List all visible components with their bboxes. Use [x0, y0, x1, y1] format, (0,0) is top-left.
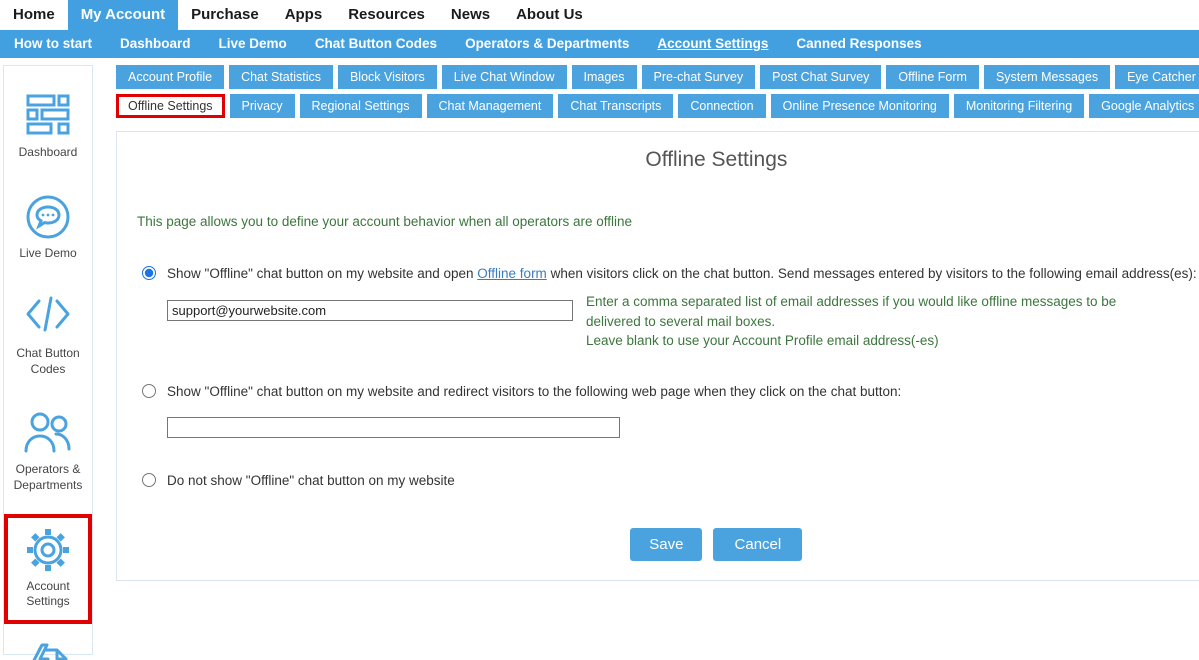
cancel-button[interactable]: Cancel: [713, 528, 802, 561]
sidebar-item-live-demo[interactable]: Live Demo: [4, 181, 92, 276]
tab-privacy[interactable]: Privacy: [230, 94, 295, 118]
offline-form-link[interactable]: Offline form: [477, 266, 547, 281]
sidebar-item-canned-responses[interactable]: Canned Responses: [4, 630, 92, 660]
tab-offline-form[interactable]: Offline Form: [886, 65, 979, 89]
tab-post-chat-survey[interactable]: Post Chat Survey: [760, 65, 881, 89]
nav-resources[interactable]: Resources: [335, 0, 438, 30]
sidebar-item-operators-departments[interactable]: Operators & Departments: [4, 397, 92, 507]
form-actions: Save Cancel: [137, 528, 1199, 561]
email-row: Enter a comma separated list of email ad…: [167, 300, 1199, 351]
tab-google-analytics[interactable]: Google Analytics: [1089, 94, 1199, 118]
option-show-offline-form: Show "Offline" chat button on my website…: [137, 263, 1199, 285]
secondary-nav: How to start Dashboard Live Demo Chat Bu…: [0, 30, 1199, 58]
primary-nav: Home My Account Purchase Apps Resources …: [0, 0, 1199, 30]
sidebar-item-chat-button-codes[interactable]: Chat Button Codes: [4, 281, 92, 391]
redirect-url-input[interactable]: [167, 417, 620, 438]
subnav-chat-button-codes[interactable]: Chat Button Codes: [301, 30, 451, 58]
subnav-dashboard[interactable]: Dashboard: [106, 30, 205, 58]
option-label: Show "Offline" chat button on my website…: [167, 384, 901, 399]
lightning-doc-icon: [24, 642, 72, 660]
code-icon: [23, 293, 73, 339]
subnav-live-demo[interactable]: Live Demo: [205, 30, 301, 58]
tab-chat-statistics[interactable]: Chat Statistics: [229, 65, 333, 89]
chat-bubble-icon: [24, 193, 72, 239]
tab-block-visitors[interactable]: Block Visitors: [338, 65, 437, 89]
nav-apps[interactable]: Apps: [272, 0, 336, 30]
email-hint-line: Leave blank to use your Account Profile …: [586, 331, 1148, 351]
tab-online-presence-monitoring[interactable]: Online Presence Monitoring: [771, 94, 949, 118]
option-hide-button: Do not show "Offline" chat button on my …: [137, 470, 1199, 492]
tab-chat-transcripts[interactable]: Chat Transcripts: [558, 94, 673, 118]
email-hint-line: Enter a comma separated list of email ad…: [586, 292, 1148, 331]
tab-eye-catcher[interactable]: Eye Catcher: [1115, 65, 1199, 89]
option-redirect-url: Show "Offline" chat button on my website…: [137, 381, 1199, 403]
tab-connection[interactable]: Connection: [678, 94, 765, 118]
subnav-how-to-start[interactable]: How to start: [0, 30, 106, 58]
tab-regional-settings[interactable]: Regional Settings: [300, 94, 422, 118]
tab-system-messages[interactable]: System Messages: [984, 65, 1110, 89]
email-hint: Enter a comma separated list of email ad…: [586, 292, 1148, 351]
save-button[interactable]: Save: [630, 528, 702, 561]
users-icon: [22, 409, 74, 455]
radio-hide-button[interactable]: [142, 473, 156, 487]
settings-tabs-row-1: Account Profile Chat Statistics Block Vi…: [116, 65, 1199, 89]
sidebar-item-dashboard[interactable]: Dashboard: [4, 80, 92, 175]
sidebar-item-label: Account Settings: [10, 579, 86, 610]
tab-offline-settings[interactable]: Offline Settings: [116, 94, 225, 118]
nav-my-account[interactable]: My Account: [68, 0, 178, 30]
nav-purchase[interactable]: Purchase: [178, 0, 272, 30]
offline-settings-panel: Offline Settings This page allows you to…: [116, 131, 1199, 581]
sidebar-item-label: Live Demo: [19, 246, 76, 262]
sidebar-item-label: Operators & Departments: [10, 462, 86, 493]
radio-show-offline-form[interactable]: [142, 266, 156, 280]
subnav-account-settings[interactable]: Account Settings: [643, 30, 782, 58]
subnav-canned-responses[interactable]: Canned Responses: [782, 30, 935, 58]
sidebar: Dashboard Live Demo: [3, 65, 93, 655]
nav-about-us[interactable]: About Us: [503, 0, 596, 30]
option-label: Do not show "Offline" chat button on my …: [167, 473, 455, 488]
settings-tabs-row-2: Offline Settings Privacy Regional Settin…: [116, 94, 1199, 118]
sidebar-item-label: Chat Button Codes: [10, 346, 86, 377]
tab-pre-chat-survey[interactable]: Pre-chat Survey: [642, 65, 756, 89]
nav-news[interactable]: News: [438, 0, 503, 30]
tab-account-profile[interactable]: Account Profile: [116, 65, 224, 89]
dashboard-icon: [24, 92, 72, 138]
main-area: Account Profile Chat Statistics Block Vi…: [116, 65, 1199, 655]
radio-redirect-url[interactable]: [142, 384, 156, 398]
tab-images[interactable]: Images: [572, 65, 637, 89]
sidebar-item-account-settings[interactable]: Account Settings: [4, 514, 92, 624]
subnav-operators-departments[interactable]: Operators & Departments: [451, 30, 643, 58]
page-description: This page allows you to define your acco…: [137, 214, 1199, 229]
page-title: Offline Settings: [137, 148, 1199, 172]
option-label-part: Show "Offline" chat button on my website…: [167, 266, 477, 281]
sidebar-item-label: Dashboard: [19, 145, 78, 161]
gear-icon: [24, 526, 72, 572]
tab-live-chat-window[interactable]: Live Chat Window: [442, 65, 567, 89]
option-label-part: when visitors click on the chat button. …: [547, 266, 1197, 281]
tab-chat-management[interactable]: Chat Management: [427, 94, 554, 118]
nav-home[interactable]: Home: [0, 0, 68, 30]
offline-email-input[interactable]: [167, 300, 573, 321]
tab-monitoring-filtering[interactable]: Monitoring Filtering: [954, 94, 1084, 118]
